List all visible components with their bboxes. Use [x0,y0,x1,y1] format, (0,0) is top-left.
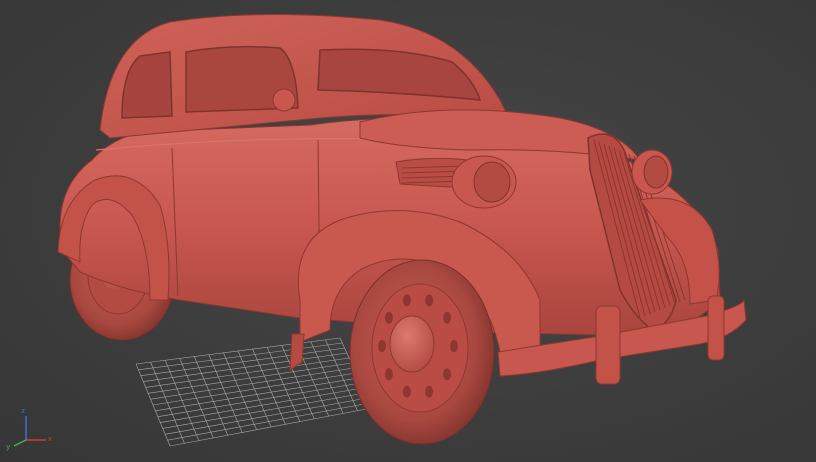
vintage-sedan-model-icon[interactable] [57,13,747,445]
viewport-scene[interactable] [0,0,816,462]
side-mirror [272,88,296,112]
bumper-guard-left [595,305,621,385]
axis-x-label: x [48,435,53,443]
right-headlight [631,149,673,195]
axis-gizmo-icon[interactable] [13,416,46,447]
axis-y-label: y [6,443,11,451]
front-wheel [349,259,495,445]
axis-z-label: z [21,407,26,415]
3d-viewport[interactable]: z x y [0,0,816,462]
ground-grid-icon [135,337,373,447]
left-headlight [451,155,517,209]
bumper-guard-right [707,295,725,361]
